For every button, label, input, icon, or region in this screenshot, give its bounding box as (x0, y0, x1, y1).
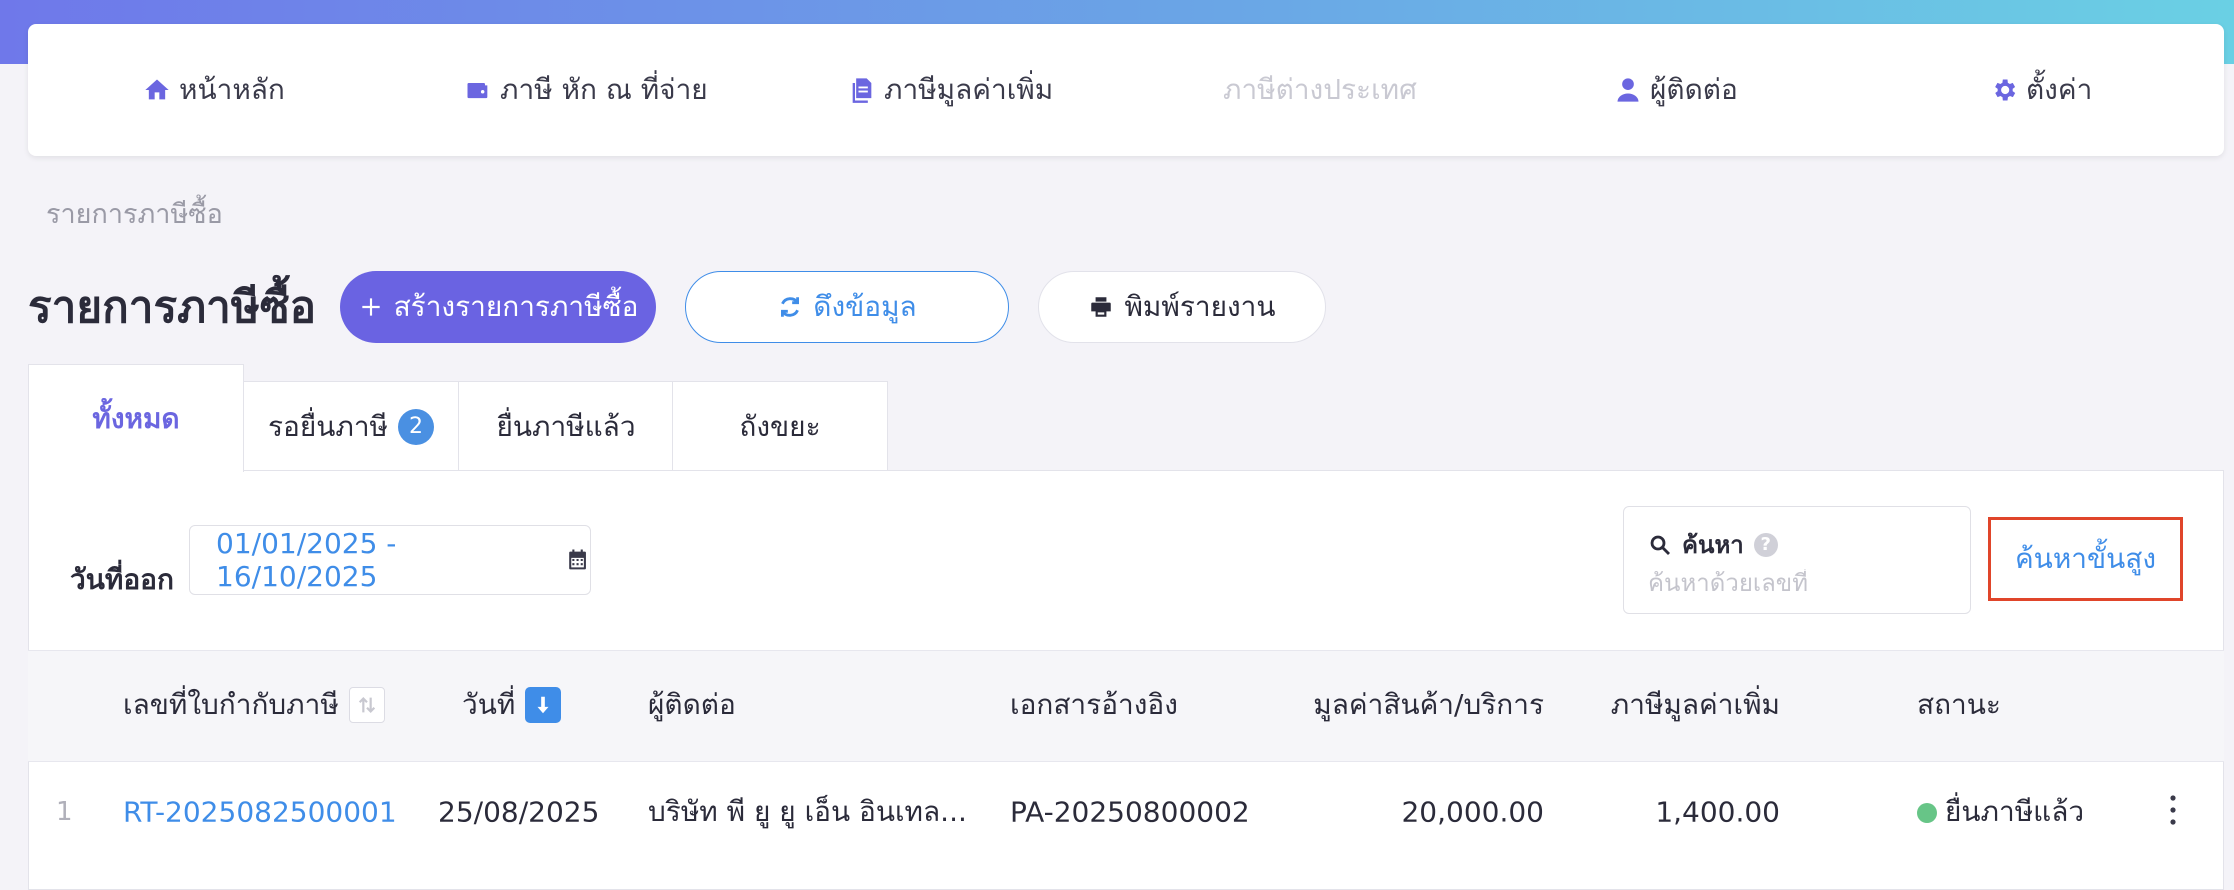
page-title: รายการภาษีซื้อ (28, 282, 317, 333)
col-status: สถานะ (1917, 688, 2001, 721)
nav-home[interactable]: หน้าหลัก (143, 68, 285, 112)
tab-filed[interactable]: ยื่นภาษีแล้ว (458, 381, 674, 471)
col-tax-invoice-no: เลขที่ใบกำกับภาษี (123, 683, 385, 727)
nav-settings[interactable]: ตั้งค่า (1990, 68, 2092, 112)
tab-pending[interactable]: รอยื่นภาษี 2 (243, 381, 459, 471)
pending-count-badge: 2 (398, 408, 435, 445)
fetch-data-button[interactable]: ดึงข้อมูล (685, 271, 1009, 343)
status-dot-icon (1917, 803, 1937, 823)
user-icon (1617, 78, 1639, 102)
col-amount: มูลค่าสินค้า/บริการ (1313, 688, 1544, 721)
gear-icon (1995, 79, 2016, 101)
date-range-value: 01/01/2025 - 16/10/2025 (216, 527, 397, 593)
nav-contacts[interactable]: ผู้ติดต่อ (1614, 68, 1738, 112)
row-status: ยื่นภาษีแล้ว (1917, 790, 2084, 834)
col-tax-invoice-no-label: เลขที่ใบกำกับภาษี (123, 688, 339, 721)
tax-invoice-link[interactable]: RT-2025082500001 (123, 796, 397, 829)
tab-all[interactable]: ทั้งหมด (28, 364, 244, 472)
create-button-label: สร้างรายการภาษีซื้อ (393, 290, 639, 323)
row-date: 25/08/2025 (438, 795, 600, 829)
row-amount: 20,000.00 (1401, 795, 1544, 829)
calendar-icon (569, 549, 586, 570)
sort-desc-icon[interactable] (525, 687, 562, 723)
print-report-button[interactable]: พิมพ์รายงาน (1038, 271, 1326, 343)
refresh-icon (781, 297, 800, 317)
nav-withholding-tax[interactable]: ภาษี หัก ณ ที่จ่าย (464, 68, 708, 112)
nav-home-label: หน้าหลัก (179, 73, 285, 106)
home-icon (145, 79, 169, 100)
tab-all-label: ทั้งหมด (92, 401, 180, 435)
nav-foreign-label: ภาษีต่างประเทศ (1223, 73, 1417, 106)
advanced-search-button[interactable]: ค้นหาขั้นสูง (1988, 517, 2183, 601)
row-status-label: ยื่นภาษีแล้ว (1945, 795, 2085, 828)
issue-date-label: วันที่ออก (70, 563, 174, 596)
search-title: ค้นหา ? (1648, 525, 1778, 564)
col-reference: เอกสารอ้างอิง (1010, 688, 1178, 721)
sort-arrows-icon (358, 697, 375, 713)
nav-vat-label: ภาษีมูลค่าเพิ่ม (884, 73, 1054, 106)
print-button-label: พิมพ์รายงาน (1124, 290, 1276, 323)
documents-icon (852, 78, 872, 103)
nav-contacts-label: ผู้ติดต่อ (1650, 73, 1738, 106)
tab-filed-label: ยื่นภาษีแล้ว (496, 409, 636, 443)
main-navbar: หน้าหลัก ภาษี หัก ณ ที่จ่าย ภาษีมูลค่าเพ… (28, 24, 2224, 156)
col-contact: ผู้ติดต่อ (648, 688, 736, 721)
row-contact: บริษัท พี ยู ยู เอ็น อินเทล... (648, 795, 967, 828)
wallet-icon (467, 83, 488, 99)
tab-pending-label: รอยื่นภาษี (267, 409, 389, 443)
col-date-label: วันที่ (462, 688, 516, 721)
plus-icon (361, 298, 380, 316)
search-icon (1650, 535, 1670, 555)
nav-settings-label: ตั้งค่า (2026, 73, 2093, 106)
nav-vat[interactable]: ภาษีมูลค่าเพิ่ม (848, 68, 1053, 112)
nav-withholding-label: ภาษี หัก ณ ที่จ่าย (500, 73, 708, 106)
printer-icon (1091, 297, 1112, 317)
nav-foreign-tax: ภาษีต่างประเทศ (1223, 68, 1417, 112)
row-vat: 1,400.00 (1655, 795, 1780, 829)
search-title-label: ค้นหา (1682, 531, 1744, 559)
advanced-search-label: ค้นหาขั้นสูง (2014, 542, 2157, 575)
search-input[interactable] (1648, 569, 1948, 597)
tab-trash-label: ถังขยะ (739, 409, 821, 443)
col-date: วันที่ (462, 683, 562, 727)
row-index: 1 (56, 797, 73, 827)
create-purchase-tax-button[interactable]: สร้างรายการภาษีซื้อ (340, 271, 656, 343)
fetch-button-label: ดึงข้อมูล (813, 290, 917, 323)
arrow-down-icon (537, 696, 549, 714)
sort-icon[interactable] (348, 687, 385, 723)
col-vat: ภาษีมูลค่าเพิ่ม (1610, 688, 1780, 721)
help-icon[interactable]: ? (1753, 532, 1778, 557)
date-range-picker[interactable]: 01/01/2025 - 16/10/2025 (189, 525, 591, 595)
row-actions-icon[interactable] (2168, 790, 2178, 830)
breadcrumb: รายการภาษีซื้อ (46, 199, 223, 230)
search-box[interactable]: ค้นหา ? (1623, 506, 1971, 614)
tab-trash[interactable]: ถังขยะ (672, 381, 888, 471)
row-reference: PA-20250800002 (1010, 795, 1250, 829)
